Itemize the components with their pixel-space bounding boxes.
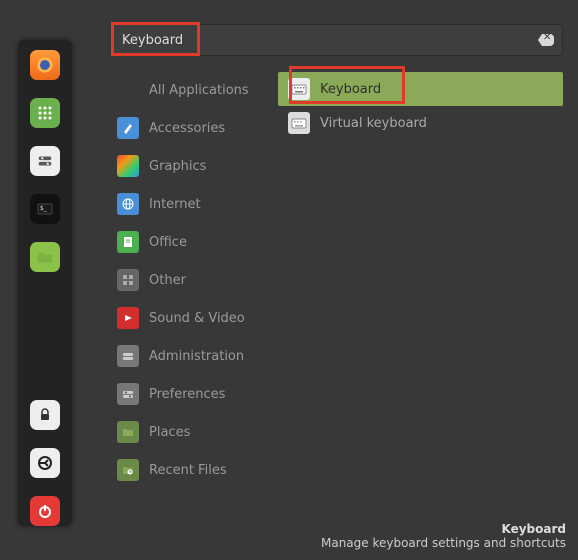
category-list: All Applications Accessories Graphics In…: [113, 72, 278, 488]
sound-icon: [117, 307, 139, 329]
result-keyboard[interactable]: Keyboard: [278, 72, 563, 106]
preferences-icon: [117, 383, 139, 405]
category-places[interactable]: Places: [113, 414, 278, 450]
application-menu: Keyboard All Applications Accessories Gr…: [113, 24, 563, 488]
category-admin[interactable]: Administration: [113, 338, 278, 374]
tooltip-desc: Manage keyboard settings and shortcuts: [321, 536, 566, 550]
svg-text:$_: $_: [40, 205, 48, 212]
terminal-icon[interactable]: $_: [30, 194, 60, 224]
graphics-icon: [117, 155, 139, 177]
category-preferences[interactable]: Preferences: [113, 376, 278, 412]
category-internet[interactable]: Internet: [113, 186, 278, 222]
files-icon[interactable]: [30, 242, 60, 272]
category-sound[interactable]: Sound & Video: [113, 300, 278, 336]
category-other[interactable]: Other: [113, 262, 278, 298]
firefox-icon[interactable]: [30, 50, 60, 80]
blank-icon: [117, 79, 139, 101]
category-label: Graphics: [149, 159, 206, 174]
settings-icon[interactable]: [30, 146, 60, 176]
category-label: Preferences: [149, 387, 225, 402]
category-all[interactable]: All Applications: [113, 72, 278, 108]
category-label: Recent Files: [149, 463, 227, 478]
places-icon: [117, 421, 139, 443]
apps-icon[interactable]: [30, 98, 60, 128]
category-label: Sound & Video: [149, 311, 245, 326]
category-label: Internet: [149, 197, 201, 212]
favorites-panel: $_: [18, 40, 72, 526]
category-office[interactable]: Office: [113, 224, 278, 260]
recent-icon: [117, 459, 139, 481]
result-label: Keyboard: [320, 82, 381, 97]
admin-icon: [117, 345, 139, 367]
tooltip-title: Keyboard: [321, 522, 566, 536]
category-label: All Applications: [149, 83, 249, 98]
category-recent[interactable]: Recent Files: [113, 452, 278, 488]
accessories-icon: [117, 117, 139, 139]
logout-icon[interactable]: [30, 448, 60, 478]
result-label: Virtual keyboard: [320, 116, 427, 131]
category-label: Accessories: [149, 121, 225, 136]
category-label: Office: [149, 235, 187, 250]
keyboard-icon: [288, 78, 310, 100]
category-label: Administration: [149, 349, 244, 364]
virtual-keyboard-icon: [288, 112, 310, 134]
results-list: Keyboard Virtual keyboard: [278, 72, 563, 488]
clear-search-icon[interactable]: [538, 34, 554, 46]
category-accessories[interactable]: Accessories: [113, 110, 278, 146]
lock-icon[interactable]: [30, 400, 60, 430]
office-icon: [117, 231, 139, 253]
power-icon[interactable]: [30, 496, 60, 526]
internet-icon: [117, 193, 139, 215]
tooltip-footer: Keyboard Manage keyboard settings and sh…: [321, 522, 566, 550]
category-label: Places: [149, 425, 190, 440]
search-value: Keyboard: [122, 33, 538, 48]
search-input[interactable]: Keyboard: [113, 24, 563, 56]
category-graphics[interactable]: Graphics: [113, 148, 278, 184]
result-virtual-keyboard[interactable]: Virtual keyboard: [278, 106, 563, 140]
other-icon: [117, 269, 139, 291]
category-label: Other: [149, 273, 186, 288]
